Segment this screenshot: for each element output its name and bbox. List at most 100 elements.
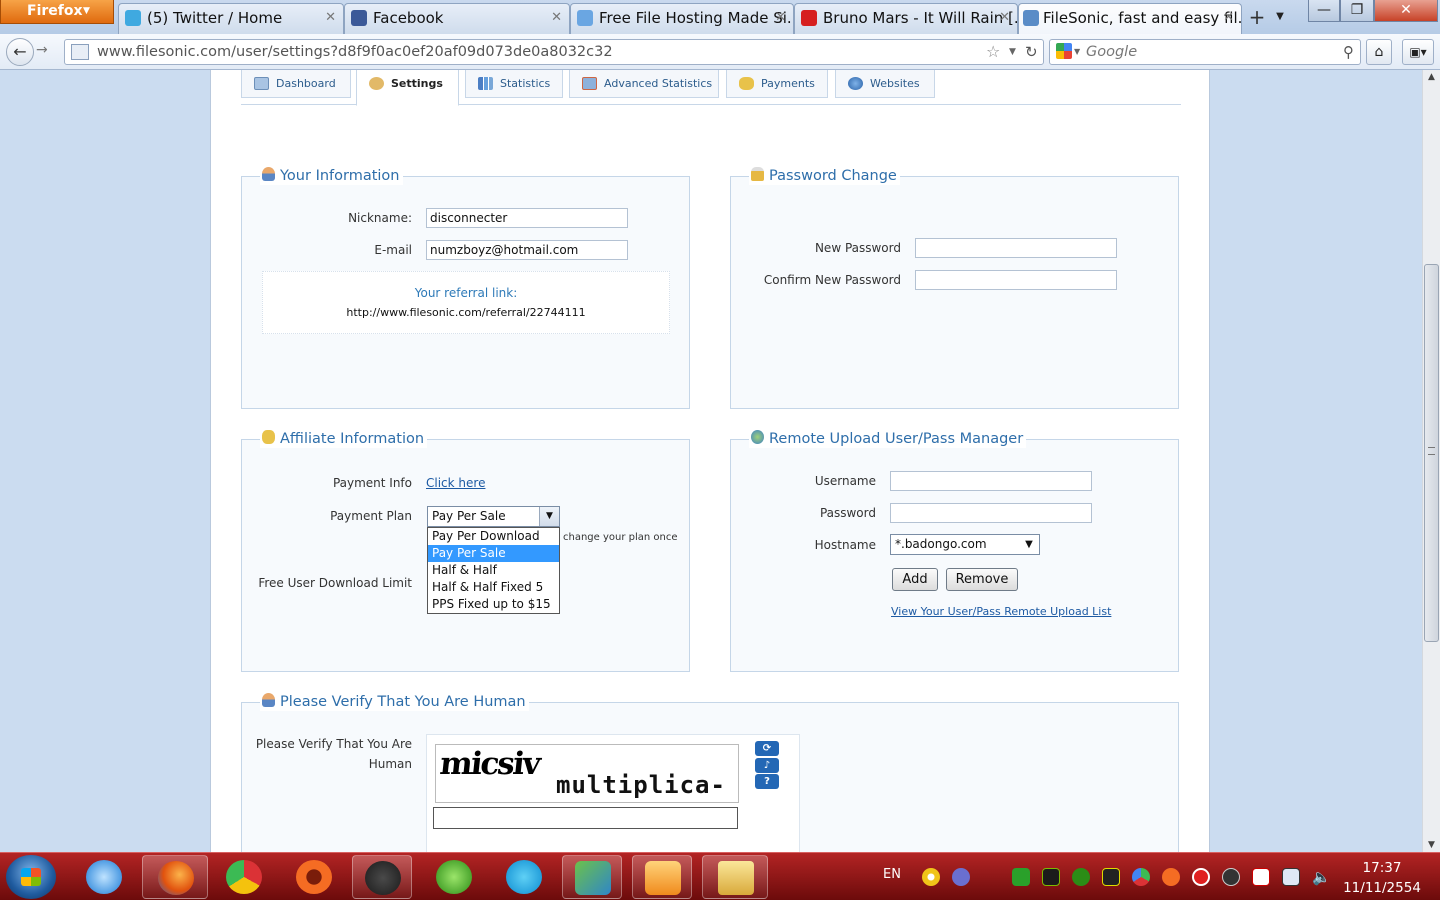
tab-label: Advanced Statistics [604,77,713,90]
tray-steam-icon[interactable] [1222,868,1240,886]
tray-screen-icon[interactable] [1282,868,1300,886]
browser-tab-filesonic[interactable]: FileSonic, fast and easy fil... ✕ [1018,3,1242,34]
tray-nvidia-icon[interactable] [1042,868,1060,886]
verify-human-title: Please Verify That You Are Human [260,693,529,711]
site-identity-icon[interactable] [71,44,89,60]
taskbar-origin[interactable] [284,855,344,899]
back-button[interactable]: ← [6,38,34,66]
captcha-input[interactable] [433,807,738,829]
username-field[interactable] [890,471,1092,491]
system-clock[interactable]: 17:37 11/11/2554 [1340,858,1424,898]
view-upload-list-link[interactable]: View Your User/Pass Remote Upload List [891,604,1111,620]
list-all-tabs-button[interactable]: ▼ [1272,4,1288,30]
scroll-up-arrow-icon[interactable]: ▲ [1423,72,1440,82]
tab-websites[interactable]: Websites [835,70,935,98]
maximize-button[interactable]: ❐ [1340,0,1374,22]
minimize-button[interactable]: — [1308,0,1340,22]
browser-tab-filehosting[interactable]: Free File Hosting Made Si... ✕ [570,3,794,34]
tray-flag-icon[interactable] [1252,868,1270,886]
captcha-help-icon[interactable]: ? [755,774,779,789]
plan-option-half-half-fixed[interactable]: Half & Half Fixed 5 [428,579,559,596]
close-tab-icon[interactable]: ✕ [1223,4,1234,32]
tab-payments[interactable]: Payments [726,70,828,98]
plan-option-pps-fixed[interactable]: PPS Fixed up to $15 [428,596,559,613]
url-text[interactable]: www.filesonic.com/user/settings?d8f9f0ac… [97,40,613,64]
captcha-refresh-icon[interactable]: ⟳ [755,741,779,756]
hostname-select[interactable]: *.badongo.com ▼ [890,534,1040,555]
referral-title: Your referral link: [414,286,518,300]
history-dropdown-icon[interactable]: ▼ [1009,40,1016,64]
tray-shield-icon[interactable] [952,868,970,886]
scrollbar-thumb[interactable] [1424,264,1439,642]
email-label: E-mail [374,243,412,257]
browser-tab-facebook[interactable]: Facebook ✕ [344,3,570,34]
payment-plan-select[interactable]: Pay Per Sale ▼ [427,506,560,527]
taskbar-skype[interactable] [494,855,554,899]
email-field[interactable]: numzboyz@hotmail.com [426,240,628,260]
language-indicator[interactable]: EN [883,867,901,882]
close-tab-icon[interactable]: ✕ [551,4,562,32]
reload-icon[interactable]: ↻ [1025,40,1038,64]
captcha-audio-icon[interactable]: ♪ [755,758,779,773]
search-icon[interactable]: ⚲ [1343,40,1354,64]
new-password-field[interactable] [915,238,1117,258]
close-tab-icon[interactable]: ✕ [325,4,336,32]
volume-icon[interactable]: 🔈 [1312,868,1331,886]
new-tab-button[interactable]: + [1245,4,1269,32]
chevron-down-icon[interactable]: ▼ [1019,535,1039,554]
browser-tab-label: Facebook [373,9,444,27]
address-bar[interactable]: www.filesonic.com/user/settings?d8f9f0ac… [64,39,1044,65]
tab-statistics[interactable]: Statistics [465,70,563,98]
tray-network-icon[interactable] [1132,868,1150,886]
password-field[interactable] [890,503,1092,523]
taskbar-firefox[interactable] [142,855,208,899]
scroll-down-arrow-icon[interactable]: ▼ [1423,840,1440,850]
confirm-password-field[interactable] [915,270,1117,290]
tray-stop-icon[interactable] [1192,868,1210,886]
addon-bar-button[interactable]: ▣▾ [1402,39,1434,65]
add-button[interactable]: Add [892,568,938,591]
plan-option-half-half[interactable]: Half & Half [428,562,559,579]
taskbar-utorrent[interactable] [424,855,484,899]
google-icon[interactable] [1056,43,1072,59]
bookmark-star-icon[interactable]: ☆ [986,40,1000,64]
tab-dashboard[interactable]: Dashboard [241,70,351,98]
taskbar-internet-explorer[interactable] [74,855,134,899]
taskbar-chrome[interactable] [214,855,274,899]
referral-url[interactable]: http://www.filesonic.com/referral/227441… [263,305,669,321]
taskbar-media-player[interactable] [632,855,692,899]
close-window-button[interactable]: ✕ [1374,0,1438,22]
chevron-down-icon: ▼ [83,6,90,16]
plan-option-pay-per-sale[interactable]: Pay Per Sale [428,545,559,562]
tab-advanced-statistics[interactable]: Advanced Statistics [569,70,719,98]
payment-info-link[interactable]: Click here [426,475,485,491]
tab-settings[interactable]: Settings [356,70,459,106]
taskbar-messenger[interactable] [562,855,622,899]
tray-green-icon[interactable] [1012,868,1030,886]
taskbar-explorer[interactable] [702,855,768,899]
close-tab-icon[interactable]: ✕ [999,4,1010,32]
tray-disc-icon[interactable] [922,868,940,886]
taskbar-steam[interactable] [352,855,412,899]
remove-button[interactable]: Remove [946,568,1018,591]
browser-tab-twitter[interactable]: (5) Twitter / Home ✕ [118,3,344,34]
tab-label: Dashboard [276,77,336,90]
tray-origin-icon[interactable] [1162,868,1180,886]
vertical-scrollbar[interactable]: ▲ ▼ [1422,70,1440,852]
payment-plan-dropdown[interactable]: Pay Per Download Pay Per Sale Half & Hal… [427,527,560,614]
home-button[interactable]: ⌂ [1366,39,1392,65]
browser-tab-youtube[interactable]: Bruno Mars - It Will Rain [... ✕ [794,3,1018,34]
nickname-field[interactable]: disconnecter [426,208,628,228]
search-engine-dropdown-icon[interactable]: ▼ [1074,40,1080,64]
search-bar[interactable]: ▼ Google ⚲ [1049,39,1361,65]
tray-utorrent-icon[interactable] [1072,868,1090,886]
plan-option-pay-per-download[interactable]: Pay Per Download [428,528,559,545]
forward-button[interactable]: → [36,42,48,58]
tab-label: Settings [391,77,443,90]
close-tab-icon[interactable]: ✕ [775,4,786,32]
firefox-menu-button[interactable]: Firefox ▼ [0,0,114,24]
search-placeholder: Google [1086,44,1138,60]
chevron-down-icon[interactable]: ▼ [539,507,559,526]
tray-meter-icon[interactable] [1102,868,1120,886]
start-button[interactable] [6,855,56,899]
